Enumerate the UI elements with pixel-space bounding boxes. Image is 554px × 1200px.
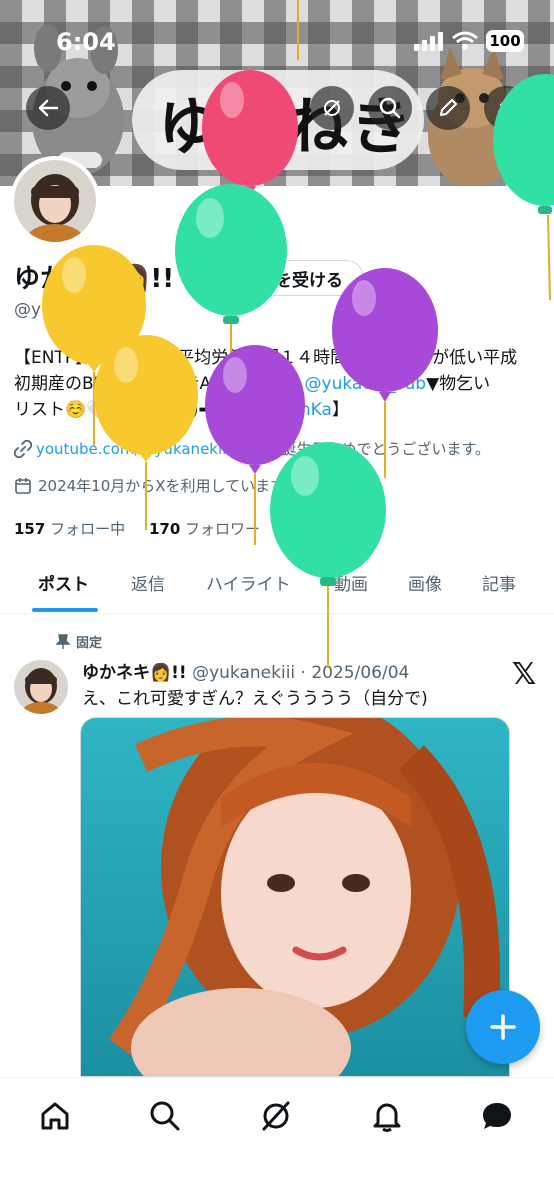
compose-button[interactable] <box>466 990 540 1064</box>
post-text: え、これ可愛すぎん？えぐうううう（自分で) <box>82 689 428 709</box>
profile-handle: @yukanekiii <box>14 300 118 320</box>
following-label: フォロー中 <box>50 520 126 538</box>
avatar-photo <box>14 160 96 242</box>
nav-home[interactable] <box>35 1096 75 1136</box>
bio-text: リスト☺️🤍（amazon)➡【 <box>14 400 230 420</box>
bio-line-2: 初期産のBBAです👵▼#APEX🎮▼🔑 @yukachi_sub▼物乞い <box>14 371 539 397</box>
bio-text: 】 <box>331 400 349 420</box>
nav-messages[interactable] <box>477 1096 517 1136</box>
verified-badge-icon <box>216 269 234 287</box>
search-icon <box>150 1101 180 1131</box>
share-button[interactable] <box>484 86 528 130</box>
battery-indicator: 100 <box>486 30 524 52</box>
search-icon <box>379 97 401 119</box>
pinned-indicator: 固定 <box>56 632 102 651</box>
website-link[interactable]: youtube.com/@yukanekiii <box>36 440 230 458</box>
bell-icon <box>373 1103 401 1132</box>
get-verified-button[interactable]: 認証を受ける <box>194 260 364 296</box>
post-image[interactable] <box>80 717 510 1077</box>
edit-button[interactable] <box>426 86 470 130</box>
tab-images[interactable]: 画像 <box>408 570 442 595</box>
joined-text: 2024年10月からXを利用しています <box>38 477 286 495</box>
chevron-right-icon: › <box>291 476 298 495</box>
grok-icon <box>262 1101 290 1131</box>
followers-count: 170 <box>148 520 181 538</box>
profile-bio: 【ENTP】仕事大好き平均労働時間１４時間の社畜。声が低い平成 初期産のBBAで… <box>14 345 539 423</box>
tab-replies[interactable]: 返信 <box>131 570 165 595</box>
x-logo-icon[interactable]: 𝕏 <box>512 657 536 692</box>
signal-icon <box>414 32 443 51</box>
underwater-portrait-image <box>81 718 509 1076</box>
tab-articles[interactable]: 記事 <box>482 570 516 595</box>
following-link[interactable]: 157 フォロー中 <box>14 520 125 538</box>
post-author-name[interactable]: ゆかネキ👩!! <box>82 663 187 683</box>
chat-bubble-icon <box>483 1103 511 1129</box>
sub-account-link[interactable]: @yukachi_sub <box>305 374 427 394</box>
avatar-photo <box>14 660 68 714</box>
joined-date[interactable]: 2024年10月からXを利用しています › <box>14 475 297 496</box>
calendar-icon <box>15 477 31 494</box>
back-arrow-icon <box>38 99 59 117</box>
link-icon <box>14 439 32 458</box>
plus-icon <box>490 1014 516 1040</box>
pinned-label: 固定 <box>76 636 103 651</box>
status-time: 6:04 <box>56 28 116 56</box>
grok-button[interactable] <box>310 86 354 130</box>
nav-grok[interactable] <box>256 1096 296 1136</box>
post-header: ゆかネキ👩!! @yukanekiii · 2025/06/04 <box>82 658 409 683</box>
nav-notifications[interactable] <box>367 1096 407 1136</box>
pencil-icon <box>440 99 457 116</box>
wifi-icon <box>452 31 478 50</box>
profile-avatar[interactable] <box>10 156 100 246</box>
profile-meta: youtube.com/@yukanekiii お誕生日おめでとうございます。 <box>14 438 490 459</box>
status-icons: 100 <box>414 30 524 52</box>
profile-name: ゆかネキ👩!! <box>14 264 175 294</box>
nav-explore[interactable] <box>145 1096 185 1136</box>
tab-videos[interactable]: 動画 <box>334 570 368 595</box>
bio-text: ▼物乞い <box>426 374 491 394</box>
profile-tabs: ポスト 返信 ハイライト 動画 画像 記事 <box>0 556 554 614</box>
share-icon <box>498 98 514 117</box>
balloon-icon <box>247 439 260 457</box>
bio-line-3: リスト☺️🤍（amazon)➡【x.gd/39mKa】 <box>14 397 539 423</box>
bottom-navigation <box>0 1077 554 1200</box>
birthday-text: お誕生日おめでとうございます。 <box>266 440 490 458</box>
following-count: 157 <box>14 520 46 538</box>
post-handle-date: @yukanekiii · 2025/06/04 <box>192 663 410 683</box>
wishlist-link[interactable]: x.gd/39mKa <box>230 400 332 420</box>
tab-highlights[interactable]: ハイライト <box>206 570 291 595</box>
bio-text: 初期産のBBAです👵▼#APEX🎮▼🔑 <box>14 374 305 394</box>
followers-label: フォロワー <box>185 520 261 538</box>
get-verified-label: 認証を受ける <box>241 270 343 291</box>
bio-line-1: 【ENTP】仕事大好き平均労働時間１４時間の社畜。声が低い平成 <box>14 348 518 368</box>
follow-stats: 157 フォロー中 170 フォロワー <box>14 518 260 539</box>
pin-icon <box>56 633 70 649</box>
post-avatar[interactable] <box>14 660 68 714</box>
home-icon <box>41 1102 69 1130</box>
search-button[interactable] <box>368 86 412 130</box>
active-tab-indicator <box>32 608 98 612</box>
tab-posts[interactable]: ポスト <box>38 570 89 595</box>
followers-link[interactable]: 170 フォロワー <box>149 520 260 538</box>
back-button[interactable] <box>26 86 70 130</box>
grok-icon <box>324 100 340 116</box>
